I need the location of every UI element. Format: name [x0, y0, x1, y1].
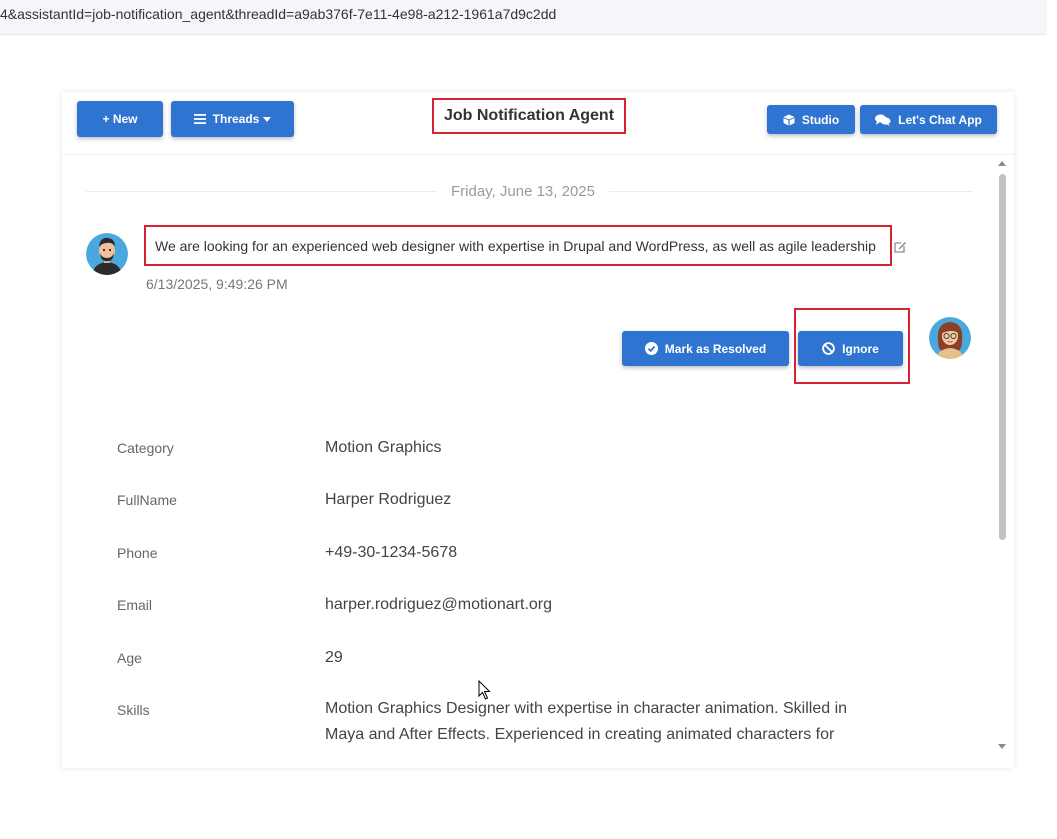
comments-icon: [875, 114, 891, 126]
lets-chat-app-label: Let's Chat App: [898, 112, 982, 127]
detail-value-fullname: Harper Rodriguez: [325, 491, 452, 508]
mark-as-resolved-button[interactable]: Mark as Resolved: [622, 331, 789, 366]
detail-value-email: harper.rodriguez@motionart.org: [325, 596, 553, 613]
detail-value-age: 29: [325, 649, 343, 666]
woman-avatar-icon: [929, 317, 971, 359]
message-timestamp: 6/13/2025, 9:49:26 PM: [146, 276, 288, 292]
studio-button[interactable]: Studio: [767, 105, 855, 134]
ignore-highlight-box: [794, 308, 910, 384]
detail-value-category: Motion Graphics: [325, 439, 442, 456]
detail-value-skills: Motion Graphics Designer with expertise …: [325, 700, 848, 743]
detail-value-phone: +49-30-1234-5678: [325, 544, 458, 561]
user-message-text: We are looking for an experienced web de…: [155, 237, 876, 254]
detail-label-fullname: FullName: [117, 492, 177, 508]
detail-label-age: Age: [117, 650, 142, 666]
chat-panel: + New Threads Job Notification Agent Stu…: [62, 92, 1014, 768]
studio-label: Studio: [801, 112, 840, 127]
threads-label: Threads: [212, 112, 260, 126]
cube-icon: [783, 114, 795, 125]
detail-label-skills: Skills: [117, 702, 150, 718]
user-message-bubble: We are looking for an experienced web de…: [144, 225, 892, 266]
check-circle-icon: [644, 342, 658, 355]
mouse-cursor-icon: [478, 680, 491, 700]
agent-avatar: [929, 317, 971, 359]
chat-header: + New Threads Job Notification Agent Stu…: [62, 92, 1014, 155]
detail-label-phone: Phone: [117, 545, 158, 561]
date-separator-label: Friday, June 13, 2025: [437, 183, 609, 200]
scroll-down-arrow-icon[interactable]: [998, 744, 1006, 749]
threads-dropdown-button[interactable]: Threads: [171, 101, 294, 137]
user-avatar: [86, 233, 128, 275]
new-thread-button[interactable]: + New: [77, 101, 163, 137]
scroll-up-arrow-icon[interactable]: [998, 161, 1006, 166]
url-text: 4&assistantId=job-notification_agent&thr…: [0, 6, 557, 22]
bars-icon: [193, 114, 206, 124]
mark-as-resolved-label: Mark as Resolved: [664, 341, 767, 356]
caret-down-icon: [263, 116, 272, 122]
page-title-text: Job Notification Agent: [443, 107, 615, 124]
page-title: Job Notification Agent: [432, 98, 626, 134]
detail-label-email: Email: [117, 597, 153, 613]
browser-url-bar[interactable]: 4&assistantId=job-notification_agent&thr…: [0, 0, 1047, 35]
scroll-thumb[interactable]: [999, 174, 1006, 540]
man-avatar-icon: [86, 233, 128, 275]
detail-label-category: Category: [117, 440, 174, 456]
edit-icon[interactable]: [894, 240, 907, 253]
new-thread-label: + New: [102, 112, 138, 126]
chat-scrollbar[interactable]: [996, 158, 1008, 754]
lets-chat-app-button[interactable]: Let's Chat App: [860, 105, 997, 134]
